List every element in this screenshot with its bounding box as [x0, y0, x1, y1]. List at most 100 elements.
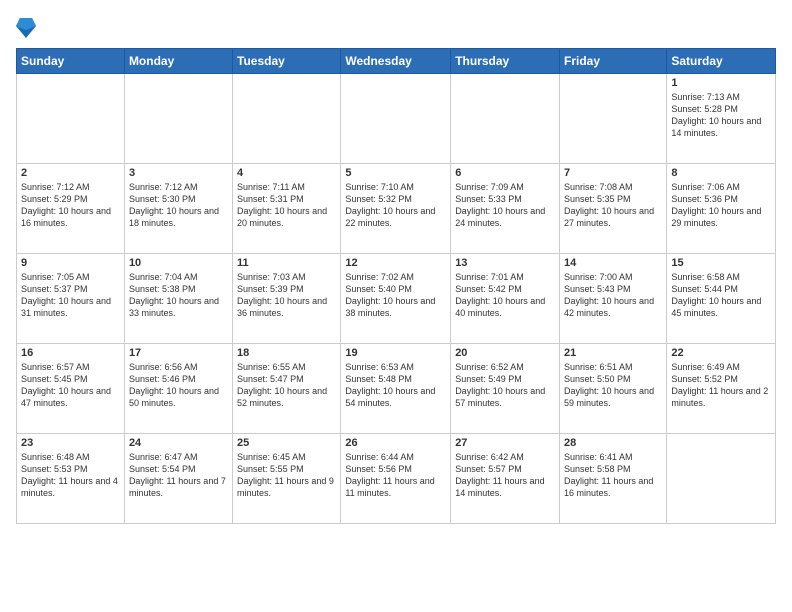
calendar-cell: 15 Sunrise: 6:58 AM Sunset: 5:44 PM Dayli…: [667, 254, 776, 344]
cell-info: Sunrise: 6:53 AM Sunset: 5:48 PM Dayligh…: [345, 361, 446, 410]
calendar-cell: [560, 74, 667, 164]
cell-info: Sunrise: 7:01 AM Sunset: 5:42 PM Dayligh…: [455, 271, 555, 320]
calendar-cell: 12 Sunrise: 7:02 AM Sunset: 5:40 PM Dayli…: [341, 254, 451, 344]
cell-info: Sunrise: 7:12 AM Sunset: 5:30 PM Dayligh…: [129, 181, 228, 230]
cell-day-number: 14: [564, 257, 662, 269]
header: [16, 16, 776, 40]
cell-day-number: 21: [564, 347, 662, 359]
cell-info: Sunrise: 6:45 AM Sunset: 5:55 PM Dayligh…: [237, 451, 336, 500]
cell-day-number: 15: [671, 257, 771, 269]
calendar-cell: 16Sunrise: 6:57 AM Sunset: 5:45 PM Dayli…: [17, 344, 125, 434]
cell-info: Sunrise: 7:12 AM Sunset: 5:29 PM Dayligh…: [21, 181, 120, 230]
cell-info: Sunrise: 6:48 AM Sunset: 5:53 PM Dayligh…: [21, 451, 120, 500]
cell-day-number: 4: [237, 167, 336, 179]
calendar-cell: 24Sunrise: 6:47 AM Sunset: 5:54 PM Dayli…: [124, 434, 232, 524]
calendar-body: 1 Sunrise: 7:13 AM Sunset: 5:28 PM Daylig…: [17, 74, 776, 524]
calendar-cell: 14 Sunrise: 7:00 AM Sunset: 5:43 PM Dayli…: [560, 254, 667, 344]
calendar-table: SundayMondayTuesdayWednesdayThursdayFrid…: [16, 48, 776, 524]
cell-info: Sunrise: 7:13 AM Sunset: 5:28 PM Dayligh…: [671, 91, 771, 140]
cell-info: Sunrise: 7:11 AM Sunset: 5:31 PM Dayligh…: [237, 181, 336, 230]
cell-day-number: 20: [455, 347, 555, 359]
calendar-cell: [124, 74, 232, 164]
cell-info: Sunrise: 6:56 AM Sunset: 5:46 PM Dayligh…: [129, 361, 228, 410]
cell-info: Sunrise: 6:41 AM Sunset: 5:58 PM Dayligh…: [564, 451, 662, 500]
weekday-header-cell: Thursday: [451, 49, 560, 74]
cell-info: Sunrise: 6:51 AM Sunset: 5:50 PM Dayligh…: [564, 361, 662, 410]
calendar-week-row: 23 Sunrise: 6:48 AM Sunset: 5:53 PM Dayli…: [17, 434, 776, 524]
cell-day-number: 9: [21, 257, 120, 269]
cell-day-number: 28: [564, 437, 662, 449]
cell-day-number: 26: [345, 437, 446, 449]
calendar-cell: 22Sunrise: 6:49 AM Sunset: 5:52 PM Dayli…: [667, 344, 776, 434]
calendar-cell: 6 Sunrise: 7:09 AM Sunset: 5:33 PM Daylig…: [451, 164, 560, 254]
cell-info: Sunrise: 6:44 AM Sunset: 5:56 PM Dayligh…: [345, 451, 446, 500]
cell-day-number: 13: [455, 257, 555, 269]
cell-info: Sunrise: 7:10 AM Sunset: 5:32 PM Dayligh…: [345, 181, 446, 230]
cell-day-number: 18: [237, 347, 336, 359]
calendar-cell: 9 Sunrise: 7:05 AM Sunset: 5:37 PM Daylig…: [17, 254, 125, 344]
cell-day-number: 19: [345, 347, 446, 359]
cell-info: Sunrise: 6:52 AM Sunset: 5:49 PM Dayligh…: [455, 361, 555, 410]
calendar-cell: [233, 74, 341, 164]
calendar-cell: 20 Sunrise: 6:52 AM Sunset: 5:49 PM Dayli…: [451, 344, 560, 434]
calendar-week-row: 9 Sunrise: 7:05 AM Sunset: 5:37 PM Daylig…: [17, 254, 776, 344]
calendar-cell: 23 Sunrise: 6:48 AM Sunset: 5:53 PM Dayli…: [17, 434, 125, 524]
cell-day-number: 27: [455, 437, 555, 449]
calendar-cell: [667, 434, 776, 524]
calendar-cell: [451, 74, 560, 164]
cell-day-number: 25: [237, 437, 336, 449]
calendar-week-row: 1 Sunrise: 7:13 AM Sunset: 5:28 PM Daylig…: [17, 74, 776, 164]
logo-icon: [16, 16, 36, 40]
weekday-header-cell: Sunday: [17, 49, 125, 74]
cell-day-number: 6: [455, 167, 555, 179]
weekday-header-cell: Tuesday: [233, 49, 341, 74]
cell-info: Sunrise: 6:58 AM Sunset: 5:44 PM Dayligh…: [671, 271, 771, 320]
cell-info: Sunrise: 7:06 AM Sunset: 5:36 PM Dayligh…: [671, 181, 771, 230]
calendar-cell: 25 Sunrise: 6:45 AM Sunset: 5:55 PM Dayli…: [233, 434, 341, 524]
calendar-cell: 11 Sunrise: 7:03 AM Sunset: 5:39 PM Dayli…: [233, 254, 341, 344]
calendar-week-row: 16Sunrise: 6:57 AM Sunset: 5:45 PM Dayli…: [17, 344, 776, 434]
weekday-header-cell: Friday: [560, 49, 667, 74]
cell-day-number: 22: [671, 347, 771, 359]
weekday-header-cell: Wednesday: [341, 49, 451, 74]
calendar-cell: 3 Sunrise: 7:12 AM Sunset: 5:30 PM Daylig…: [124, 164, 232, 254]
cell-day-number: 24: [129, 437, 228, 449]
calendar-cell: 21 Sunrise: 6:51 AM Sunset: 5:50 PM Dayli…: [560, 344, 667, 434]
calendar-cell: 28 Sunrise: 6:41 AM Sunset: 5:58 PM Dayli…: [560, 434, 667, 524]
calendar-cell: 2 Sunrise: 7:12 AM Sunset: 5:29 PM Daylig…: [17, 164, 125, 254]
calendar-cell: 18 Sunrise: 6:55 AM Sunset: 5:47 PM Dayli…: [233, 344, 341, 434]
calendar-cell: 17 Sunrise: 6:56 AM Sunset: 5:46 PM Dayli…: [124, 344, 232, 434]
cell-day-number: 1: [671, 77, 771, 89]
cell-day-number: 3: [129, 167, 228, 179]
weekday-header-row: SundayMondayTuesdayWednesdayThursdayFrid…: [17, 49, 776, 74]
cell-day-number: 23: [21, 437, 120, 449]
cell-day-number: 12: [345, 257, 446, 269]
cell-info: Sunrise: 7:00 AM Sunset: 5:43 PM Dayligh…: [564, 271, 662, 320]
weekday-header-cell: Monday: [124, 49, 232, 74]
calendar-cell: 8Sunrise: 7:06 AM Sunset: 5:36 PM Daylig…: [667, 164, 776, 254]
calendar-cell: 19 Sunrise: 6:53 AM Sunset: 5:48 PM Dayli…: [341, 344, 451, 434]
cell-day-number: 11: [237, 257, 336, 269]
page: SundayMondayTuesdayWednesdayThursdayFrid…: [0, 0, 792, 612]
cell-day-number: 17: [129, 347, 228, 359]
calendar-cell: [341, 74, 451, 164]
cell-info: Sunrise: 6:55 AM Sunset: 5:47 PM Dayligh…: [237, 361, 336, 410]
calendar-cell: 5 Sunrise: 7:10 AM Sunset: 5:32 PM Daylig…: [341, 164, 451, 254]
cell-info: Sunrise: 7:02 AM Sunset: 5:40 PM Dayligh…: [345, 271, 446, 320]
calendar-week-row: 2 Sunrise: 7:12 AM Sunset: 5:29 PM Daylig…: [17, 164, 776, 254]
cell-day-number: 2: [21, 167, 120, 179]
cell-info: Sunrise: 7:09 AM Sunset: 5:33 PM Dayligh…: [455, 181, 555, 230]
cell-day-number: 10: [129, 257, 228, 269]
calendar-cell: 10Sunrise: 7:04 AM Sunset: 5:38 PM Dayli…: [124, 254, 232, 344]
cell-info: Sunrise: 7:03 AM Sunset: 5:39 PM Dayligh…: [237, 271, 336, 320]
cell-day-number: 16: [21, 347, 120, 359]
calendar-cell: 1 Sunrise: 7:13 AM Sunset: 5:28 PM Daylig…: [667, 74, 776, 164]
cell-day-number: 7: [564, 167, 662, 179]
calendar-cell: 27 Sunrise: 6:42 AM Sunset: 5:57 PM Dayli…: [451, 434, 560, 524]
cell-info: Sunrise: 6:42 AM Sunset: 5:57 PM Dayligh…: [455, 451, 555, 500]
calendar-cell: 26 Sunrise: 6:44 AM Sunset: 5:56 PM Dayli…: [341, 434, 451, 524]
cell-day-number: 5: [345, 167, 446, 179]
calendar-cell: [17, 74, 125, 164]
logo: [16, 16, 38, 40]
cell-info: Sunrise: 7:05 AM Sunset: 5:37 PM Dayligh…: [21, 271, 120, 320]
